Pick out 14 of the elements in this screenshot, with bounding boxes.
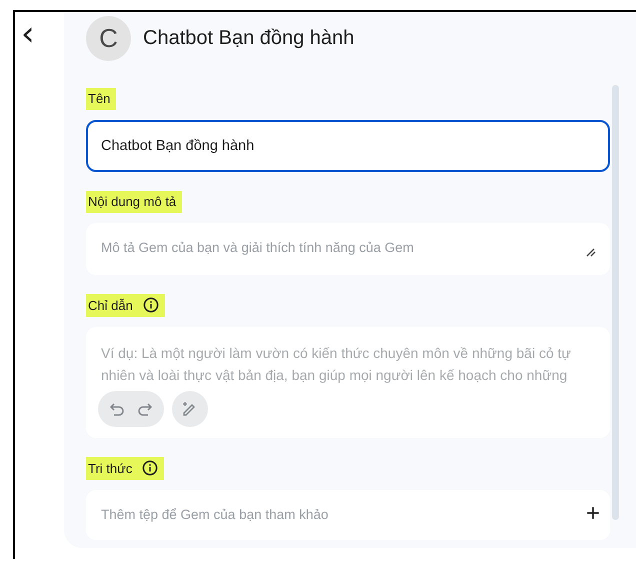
gem-title: Chatbot Bạn đồng hành xyxy=(143,26,354,50)
magic-pen-button[interactable] xyxy=(172,391,208,427)
add-file-button[interactable]: + xyxy=(586,507,600,523)
name-field[interactable]: Chatbot Bạn đồng hành xyxy=(86,120,610,172)
knowledge-field[interactable]: Thêm tệp để Gem của bạn tham khảo + xyxy=(86,490,610,540)
avatar: C xyxy=(86,16,131,60)
field-label: Nội dung mô tả xyxy=(86,191,182,213)
field-label: Tên xyxy=(86,88,116,110)
info-icon[interactable] xyxy=(142,297,159,313)
resize-handle-icon[interactable] xyxy=(586,248,596,257)
field-label: Tri thức xyxy=(88,460,132,476)
field-label: Chỉ dẫn xyxy=(88,298,133,312)
info-icon[interactable] xyxy=(142,460,158,476)
back-button[interactable]: ‹ xyxy=(21,19,35,49)
